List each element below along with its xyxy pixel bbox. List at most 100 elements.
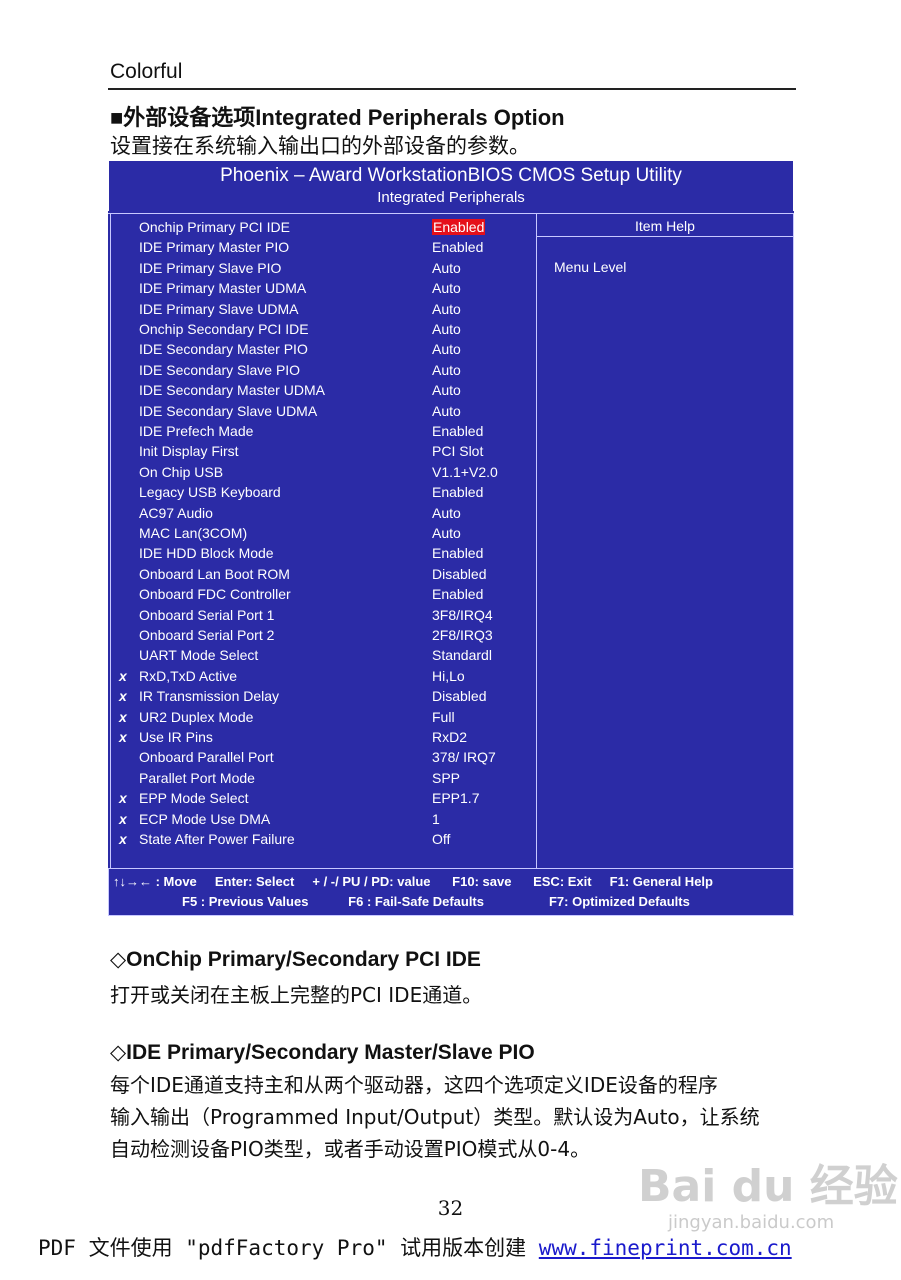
bios-setting-row[interactable]: IDE Secondary Master PIO Auto: [111, 339, 536, 359]
disabled-mark-icon: x: [119, 790, 127, 807]
bios-setting-row[interactable]: Onchip Primary PCI IDE Enabled: [111, 217, 536, 237]
setting-value[interactable]: Hi,Lo: [432, 668, 465, 684]
bios-setting-row[interactable]: IDE Secondary Master UDMA Auto: [111, 380, 536, 400]
brand-header: Colorful: [110, 60, 183, 83]
bios-setting-row[interactable]: x RxD,TxD Active Hi,Lo: [111, 666, 536, 686]
setting-value[interactable]: SPP: [432, 770, 460, 786]
setting-label: AC97 Audio: [139, 504, 213, 521]
body-pci-ide: 打开或关闭在主板上完整的PCI IDE通道。: [110, 983, 483, 1007]
bios-setting-row[interactable]: IDE Primary Slave PIO Auto: [111, 258, 536, 278]
setting-value[interactable]: Auto: [432, 260, 461, 276]
bios-setting-row[interactable]: IDE Primary Master UDMA Auto: [111, 278, 536, 298]
bios-footer: ↑↓→← : Move Enter: Select + / -/ PU / PD…: [108, 868, 794, 916]
setting-label: IDE Secondary Slave UDMA: [139, 402, 318, 419]
bios-setting-row[interactable]: AC97 Audio Auto: [111, 503, 536, 523]
bios-setting-row[interactable]: IDE Secondary Slave PIO Auto: [111, 360, 536, 380]
setting-value[interactable]: 3F8/IRQ4: [432, 607, 493, 623]
setting-value[interactable]: PCI Slot: [432, 443, 483, 459]
setting-value[interactable]: Auto: [432, 382, 461, 398]
footer-keys-line1: ↑↓→← : Move Enter: Select + / -/ PU / PD…: [113, 874, 713, 889]
pdf-footer: PDF 文件使用 "pdfFactory Pro" 试用版本创建 www.fin…: [38, 1232, 792, 1262]
setting-value[interactable]: Full: [432, 709, 455, 725]
setting-value[interactable]: V1.1+V2.0: [432, 464, 498, 480]
disabled-mark-icon: x: [119, 831, 127, 847]
bios-setting-row[interactable]: IDE HDD Block Mode Enabled: [111, 543, 536, 563]
setting-value[interactable]: Auto: [432, 321, 461, 337]
bios-setting-row[interactable]: x State After Power Failure Off: [111, 829, 536, 849]
bios-setting-row[interactable]: x EPP Mode Select EPP1.7: [111, 788, 536, 808]
setting-value[interactable]: EPP1.7: [432, 790, 479, 806]
setting-value[interactable]: Enabled: [432, 484, 483, 500]
page-number: 32: [437, 1196, 464, 1220]
setting-label: IDE Secondary Master UDMA: [139, 382, 325, 399]
setting-value[interactable]: Auto: [432, 505, 461, 521]
setting-value[interactable]: Auto: [432, 362, 461, 378]
setting-label: IDE Primary Master UDMA: [139, 280, 307, 297]
setting-value[interactable]: Standardl: [432, 647, 492, 663]
setting-value[interactable]: 2F8/IRQ3: [432, 627, 493, 643]
bios-setting-row[interactable]: Onboard Parallel Port 378/ IRQ7: [111, 747, 536, 767]
pdf-footer-link[interactable]: www.fineprint.com.cn: [539, 1236, 792, 1260]
setting-label: Onboard Serial Port 2: [139, 627, 275, 643]
setting-value[interactable]: Disabled: [432, 688, 486, 704]
setting-value[interactable]: 1: [432, 811, 440, 827]
setting-label: Parallet Port Mode: [139, 769, 255, 786]
bios-setting-row[interactable]: On Chip USB V1.1+V2.0: [111, 462, 536, 482]
setting-label: RxD,TxD Active: [139, 667, 238, 684]
setting-value[interactable]: Enabled: [432, 545, 483, 561]
bios-setting-row[interactable]: UART Mode Select Standardl: [111, 645, 536, 665]
bios-setting-row[interactable]: x ECP Mode Use DMA 1: [111, 809, 536, 829]
bios-setting-row[interactable]: IDE Prefech Made Enabled: [111, 421, 536, 441]
bios-setting-row[interactable]: x Use IR Pins RxD2: [111, 727, 536, 747]
setting-value[interactable]: Enabled: [432, 423, 483, 439]
bios-setting-row[interactable]: IDE Primary Slave UDMA Auto: [111, 299, 536, 319]
setting-label: IR Transmission Delay: [139, 688, 280, 705]
bios-setting-row[interactable]: Onboard FDC Controller Enabled: [111, 584, 536, 604]
bios-setting-row[interactable]: x UR2 Duplex Mode Full: [111, 707, 536, 727]
disabled-mark-icon: x: [119, 810, 127, 827]
heading-ide-pio: ◇IDE Primary/Secondary Master/Slave PIO: [110, 1041, 535, 1064]
setting-value[interactable]: Auto: [432, 403, 461, 419]
setting-value[interactable]: RxD2: [432, 729, 467, 745]
bios-title: Phoenix – Award WorkstationBIOS CMOS Set…: [220, 165, 682, 186]
setting-label: Onboard Parallel Port: [139, 749, 274, 766]
bios-setting-row[interactable]: Onboard Serial Port 1 3F8/IRQ4: [111, 605, 536, 625]
setting-value[interactable]: Enabled: [432, 586, 483, 602]
setting-label: IDE HDD Block Mode: [139, 545, 274, 562]
setting-label: Legacy USB Keyboard: [139, 484, 281, 501]
item-help-panel: Item Help Menu Level: [536, 214, 794, 868]
section-subtitle: 设置接在系统输入输出口的外部设备的参数。: [110, 134, 530, 158]
setting-label: MAC Lan(3COM): [139, 525, 248, 541]
bios-setting-row[interactable]: Legacy USB Keyboard Enabled: [111, 482, 536, 502]
setting-label: EPP Mode Select: [139, 790, 249, 807]
menu-level-text: Menu Level: [554, 259, 627, 275]
setting-label: ECP Mode Use DMA: [139, 810, 271, 827]
bios-main: Onchip Primary PCI IDE Enabled IDE Primary…: [108, 213, 794, 868]
setting-label: IDE Primary Master PIO: [139, 239, 290, 256]
setting-label: UART Mode Select: [139, 647, 259, 664]
setting-value[interactable]: Auto: [432, 525, 461, 541]
disabled-mark-icon: x: [119, 667, 127, 684]
setting-label: On Chip USB: [139, 463, 224, 480]
setting-value[interactable]: 378/ IRQ7: [432, 749, 496, 765]
setting-value[interactable]: Disabled: [432, 566, 486, 582]
bios-setting-row[interactable]: x IR Transmission Delay Disabled: [111, 686, 536, 706]
bios-setting-row[interactable]: Onchip Secondary PCI IDE Auto: [111, 319, 536, 339]
bios-setting-row[interactable]: Onboard Serial Port 2 2F8/IRQ3: [111, 625, 536, 645]
bios-setting-row[interactable]: Init Display First PCI Slot: [111, 441, 536, 461]
disabled-mark-icon: x: [119, 708, 127, 725]
setting-label: Init Display First: [139, 443, 239, 460]
bios-setting-row[interactable]: IDE Secondary Slave UDMA Auto: [111, 401, 536, 421]
setting-value[interactable]: Enabled: [432, 219, 486, 235]
bios-setting-row[interactable]: Parallet Port Mode SPP: [111, 768, 536, 788]
setting-value[interactable]: Auto: [432, 280, 461, 296]
setting-value[interactable]: Enabled: [432, 239, 483, 255]
setting-value[interactable]: Auto: [432, 301, 461, 317]
pdf-footer-text: PDF 文件使用 "pdfFactory Pro" 试用版本创建: [38, 1236, 539, 1260]
bios-setting-row[interactable]: Onboard Lan Boot ROM Disabled: [111, 564, 536, 584]
bios-setting-row[interactable]: MAC Lan(3COM) Auto: [111, 523, 536, 543]
bios-setting-row[interactable]: IDE Primary Master PIO Enabled: [111, 237, 536, 257]
setting-label: Onboard Serial Port 1: [139, 606, 275, 623]
setting-value[interactable]: Auto: [432, 341, 461, 357]
setting-value[interactable]: Off: [432, 831, 450, 847]
